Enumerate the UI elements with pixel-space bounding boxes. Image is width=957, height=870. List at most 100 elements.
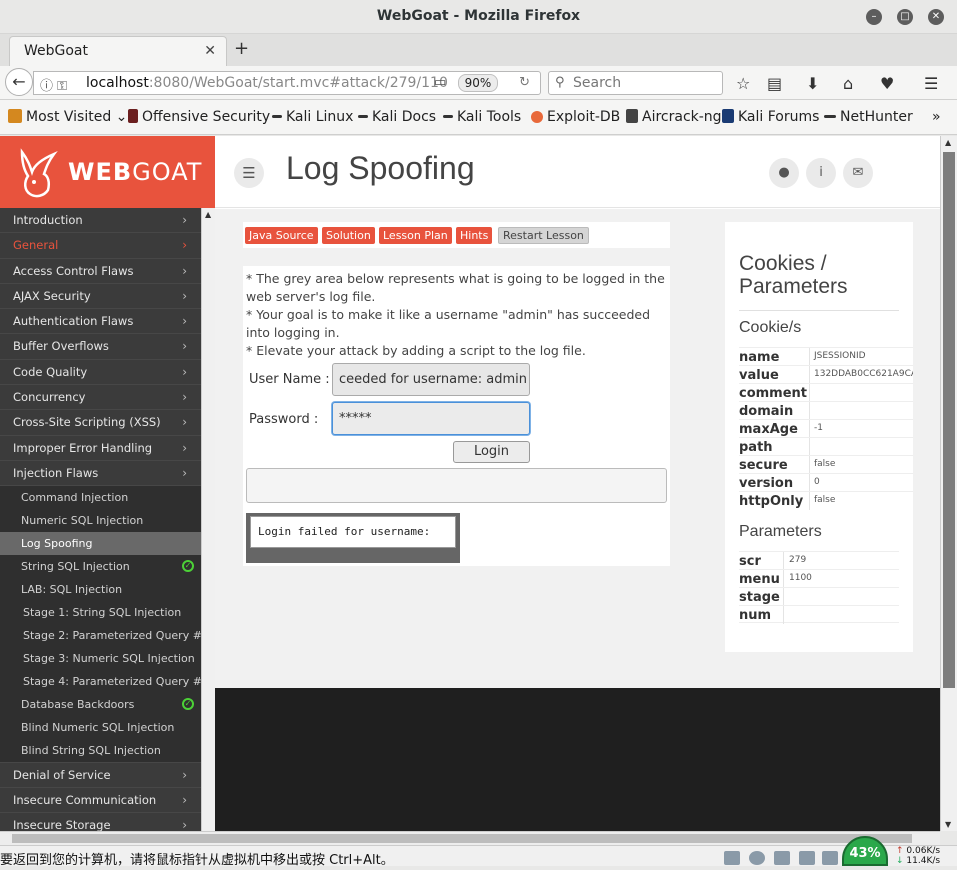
submenu-log-spoofing[interactable]: Log Spoofing <box>0 532 201 556</box>
menu-improper-error-handling[interactable]: Improper Error Handling › <box>0 435 201 461</box>
cookie-row-httponly: httpOnly false <box>739 491 913 510</box>
bookmark-nethunter[interactable]: NetHunter <box>824 109 913 125</box>
network-icon[interactable] <box>774 851 790 865</box>
submenu-stage-1[interactable]: Stage 1: String SQL Injection <box>0 601 201 625</box>
url-bar[interactable]: ⓘ ⚿ localhost:8080/WebGoat/start.mvc#att… <box>33 71 541 95</box>
home-icon[interactable]: ⌂ <box>843 74 853 93</box>
kali-icon <box>443 115 453 118</box>
scrollbar-thumb[interactable] <box>943 152 955 688</box>
library-icon[interactable]: ▤ <box>767 74 782 93</box>
zoom-level[interactable]: 90% <box>458 74 498 92</box>
url-text: localhost:8080/WebGoat/start.mvc#attack/… <box>86 75 448 91</box>
submenu-string-sql-injection[interactable]: String SQL Injection ✓ <box>0 555 201 579</box>
kali-forums-icon <box>722 109 734 123</box>
submenu-stage-3[interactable]: Stage 3: Numeric SQL Injection <box>0 647 201 671</box>
menu-denial-of-service[interactable]: Denial of Service › <box>0 762 201 788</box>
submenu-blind-string-sql-injection[interactable]: Blind String SQL Injection <box>0 739 201 763</box>
nav-bar: ← ⓘ ⚿ localhost:8080/WebGoat/start.mvc#a… <box>0 66 957 100</box>
username-input[interactable]: ceeded for username: admin <box>332 363 530 396</box>
user-button[interactable]: ● <box>769 158 799 188</box>
bookmark-star-icon[interactable]: ☆ <box>736 74 750 93</box>
download-arrow-icon: ↓ <box>896 856 904 866</box>
bookmarks-overflow-icon[interactable]: » <box>932 109 941 125</box>
menu-ajax-security[interactable]: AJAX Security › <box>0 283 201 310</box>
new-tab-button[interactable]: + <box>234 38 249 59</box>
divider <box>739 310 899 311</box>
tab-label: WebGoat <box>24 43 89 59</box>
bookmark-aircrack-ng[interactable]: Aircrack-ng <box>626 109 722 125</box>
search-placeholder: Search <box>573 75 622 91</box>
solution-button[interactable]: Solution <box>322 227 375 244</box>
reader-view-icon[interactable]: ▭ <box>434 75 446 90</box>
chevron-right-icon: › <box>182 364 187 379</box>
menu-insecure-communication[interactable]: Insecure Communication › <box>0 787 201 813</box>
log-output: Login failed for username: <box>250 516 456 548</box>
envelope-icon: ✉ <box>852 165 864 180</box>
bookmark-kali-linux[interactable]: Kali Linux <box>272 109 353 125</box>
bookmark-kali-forums[interactable]: Kali Forums <box>722 109 819 125</box>
pocket-icon[interactable]: ♥ <box>880 74 894 93</box>
login-button[interactable]: Login <box>453 441 530 463</box>
restart-lesson-button[interactable]: Restart Lesson <box>498 227 589 244</box>
menu-authentication-flaws[interactable]: Authentication Flaws › <box>0 309 201 335</box>
hamburger-menu-button[interactable]: ☰ <box>234 158 264 188</box>
cd-icon[interactable] <box>749 851 765 865</box>
menu-icon[interactable]: ☰ <box>924 74 938 93</box>
horizontal-scrollbar[interactable] <box>0 831 940 845</box>
scroll-up-arrow-icon[interactable]: ▲ <box>205 210 211 219</box>
submenu-database-backdoors[interactable]: Database Backdoors ✓ <box>0 693 201 717</box>
bookmark-kali-docs[interactable]: Kali Docs <box>358 109 436 125</box>
tab-webgoat[interactable]: WebGoat ✕ <box>9 36 227 66</box>
hdd-icon[interactable] <box>724 851 740 865</box>
minimize-button[interactable]: – <box>866 9 882 25</box>
webgoat-logo[interactable]: WEBGOAT <box>0 136 215 208</box>
back-button[interactable]: ← <box>5 68 33 96</box>
submenu-lab-sql-injection[interactable]: LAB: SQL Injection <box>0 578 201 602</box>
password-input[interactable]: ***** <box>332 402 530 435</box>
bookmark-offensive-security[interactable]: Offensive Security <box>128 109 270 125</box>
menu-introduction[interactable]: Introduction › <box>0 208 201 234</box>
search-bar[interactable]: ⚲ Search <box>548 71 723 95</box>
download-icon[interactable]: ⬇ <box>806 74 819 93</box>
submenu-stage-2[interactable]: Stage 2: Parameterized Query #1 <box>0 624 209 648</box>
menu-code-quality[interactable]: Code Quality › <box>0 359 201 386</box>
menu-injection-flaws[interactable]: Injection Flaws › <box>0 460 201 487</box>
menu-buffer-overflows[interactable]: Buffer Overflows › <box>0 334 201 360</box>
sound-icon[interactable] <box>822 851 838 865</box>
menu-insecure-storage[interactable]: Insecure Storage › <box>0 812 201 831</box>
submenu-command-injection[interactable]: Command Injection <box>0 486 201 510</box>
menu-xss[interactable]: Cross-Site Scripting (XSS) › <box>0 410 201 436</box>
param-row-menu: menu 1100 <box>739 569 899 588</box>
submenu-blind-numeric-sql-injection[interactable]: Blind Numeric SQL Injection <box>0 716 201 740</box>
printer-icon[interactable] <box>799 851 815 865</box>
submenu-numeric-sql-injection[interactable]: Numeric SQL Injection <box>0 509 201 533</box>
upload-arrow-icon: ↑ <box>896 846 904 856</box>
menu-access-control-flaws[interactable]: Access Control Flaws › <box>0 258 201 284</box>
cookie-heading: Cookie/s <box>739 319 802 336</box>
menu-general[interactable]: General › <box>0 233 201 259</box>
page-scrollbar[interactable]: ▲ ▼ <box>940 136 957 831</box>
menu-concurrency[interactable]: Concurrency › <box>0 385 201 411</box>
reload-icon[interactable]: ↻ <box>519 75 530 90</box>
cookie-row-comment: comment <box>739 383 913 402</box>
bookmark-kali-tools[interactable]: Kali Tools <box>443 109 521 125</box>
info-button[interactable]: i <box>806 158 836 188</box>
password-label: Password : <box>249 412 319 427</box>
scroll-up-arrow-icon[interactable]: ▲ <box>945 138 951 147</box>
bookmark-most-visited[interactable]: Most Visited ⌄ <box>8 109 127 125</box>
bookmark-exploit-db[interactable]: Exploit-DB <box>531 109 620 125</box>
mail-button[interactable]: ✉ <box>843 158 873 188</box>
close-tab-icon[interactable]: ✕ <box>204 43 216 59</box>
close-window-button[interactable]: ✕ <box>928 9 944 25</box>
scroll-down-arrow-icon[interactable]: ▼ <box>945 820 951 829</box>
maximize-button[interactable]: □ <box>897 9 913 25</box>
horizontal-scrollbar-thumb[interactable] <box>12 834 912 843</box>
sidebar-scrollbar[interactable]: ▲ <box>201 208 215 831</box>
chevron-right-icon: › <box>182 465 187 480</box>
lesson-plan-button[interactable]: Lesson Plan <box>379 227 452 244</box>
site-info-icon[interactable]: ⓘ ⚿ <box>40 75 67 94</box>
cookie-row-secure: secure false <box>739 455 913 474</box>
hints-button[interactable]: Hints <box>456 227 493 244</box>
java-source-button[interactable]: Java Source <box>245 227 318 244</box>
submenu-stage-4[interactable]: Stage 4: Parameterized Query #2 <box>0 670 209 694</box>
